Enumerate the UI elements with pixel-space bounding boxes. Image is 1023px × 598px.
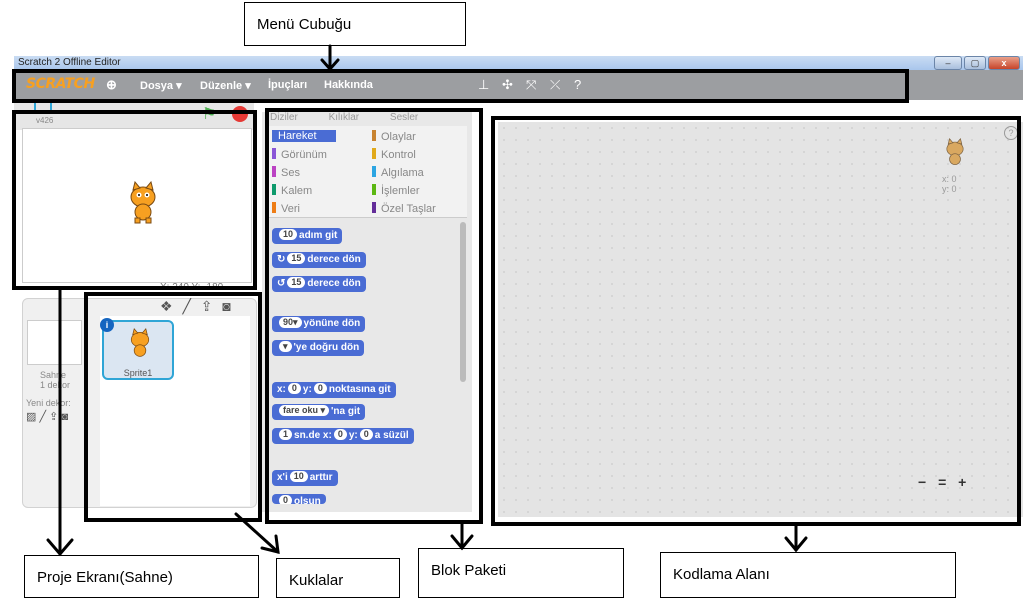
annotation-arrows xyxy=(46,44,808,557)
